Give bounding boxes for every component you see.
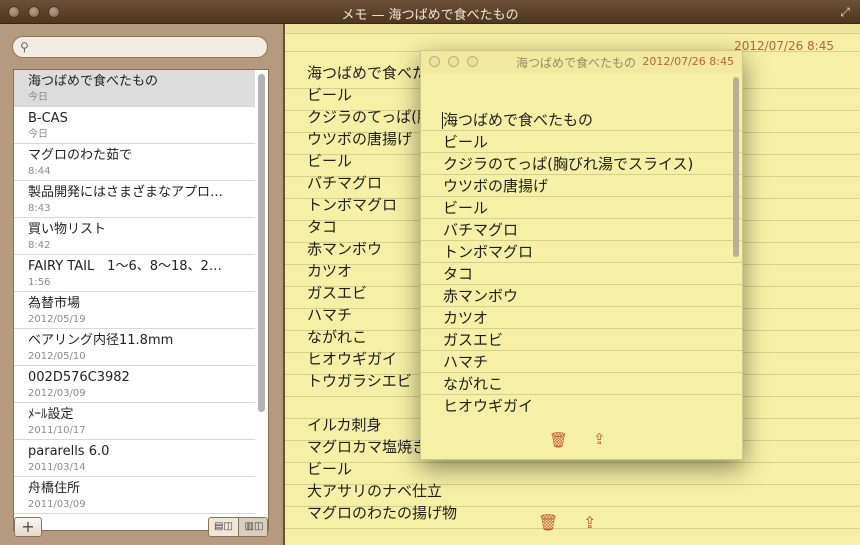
floating-note-line: ガスエビ — [443, 331, 504, 349]
floating-note-line: タコ — [443, 265, 474, 283]
list-item[interactable]: マグロのわた茹で 8:44 — [14, 144, 255, 181]
floating-note-line: カツオ — [443, 309, 489, 327]
note-item-date: 1:56 — [28, 277, 51, 288]
note-item-date: 8:44 — [28, 166, 51, 177]
note-line: 大アサリのナベ仕立 — [307, 482, 443, 500]
note-item-title: FAIRY TAIL 1〜6、8〜18、2… — [28, 259, 222, 274]
floating-note-line: ビール — [443, 133, 489, 151]
note-list-scrollbar[interactable] — [258, 74, 265, 412]
floating-minimize-button[interactable] — [448, 56, 459, 67]
note-item-date: 8:43 — [28, 203, 51, 214]
note-item-title: 為替市場 — [28, 296, 81, 311]
paper-top-edge — [285, 24, 860, 34]
note-item-date: 8:42 — [28, 240, 51, 251]
list-item[interactable]: 002D576C3982 2012/03/09 — [14, 366, 255, 403]
list-item[interactable]: 海つばめで食べたもの今日 — [14, 70, 255, 107]
floating-note-line: トンボマグロ — [443, 243, 534, 261]
list-item[interactable]: pararells 6.0 2011/03/14 — [14, 440, 255, 477]
floating-note-title: 海つばめで食べたもの — [516, 56, 637, 70]
list-item[interactable]: 為替市場 2012/05/19 — [14, 292, 255, 329]
view-toggle: ▤◫ ▥◫ — [208, 517, 268, 537]
note-line: マグロのわたの揚げ物 — [307, 504, 458, 522]
note-item-date: 2012/03/09 — [28, 388, 86, 399]
add-note-button[interactable]: + — [14, 517, 42, 537]
list-item[interactable]: B-CAS 今日 — [14, 107, 255, 144]
note-item-title: pararells 6.0 — [28, 444, 110, 459]
search-icon: ⚲ — [20, 40, 29, 54]
floating-trash-icon[interactable]: 🗑 — [549, 431, 568, 449]
floating-note-line: ながれこ — [443, 375, 504, 393]
fullscreen-icon[interactable]: ⤢ — [838, 5, 852, 19]
note-item-title: ﾒｰﾙ設定 — [28, 407, 74, 422]
list-item[interactable]: 買い物リスト 8:42 — [14, 218, 255, 255]
share-icon[interactable]: ⇪ — [583, 513, 596, 532]
floating-note-titlebar[interactable]: 海つばめで食べたもの 2012/07/26 8:45 — [421, 51, 742, 73]
sidebar: ⚲ 海つばめで食べたもの今日 B-CAS 今日マグロのわた茹で 8:44 製品開発にはさ… — [0, 24, 283, 545]
note-item-title: 海つばめで食べたもの — [28, 74, 159, 89]
note-date: 2012/07/26 8:45 — [734, 39, 834, 53]
search-input[interactable] — [35, 39, 260, 55]
floating-note-scrollbar[interactable] — [733, 77, 739, 257]
floating-share-icon[interactable]: ⇪ — [593, 430, 606, 448]
note-item-title: マグロのわた茹で — [28, 148, 133, 163]
note-item-date: 今日 — [28, 129, 48, 140]
note-item-title: B-CAS — [28, 111, 68, 126]
list-item[interactable]: 製品開発にはさまざまなアプロ… 8:43 — [14, 181, 255, 218]
note-item-title: ベアリング内径11.8mm — [28, 333, 174, 348]
floating-note-line: ビール — [443, 199, 489, 217]
list-item[interactable]: FAIRY TAIL 1〜6、8〜18、2… 1:56 — [14, 255, 255, 292]
note-item-date: 2011/03/14 — [28, 462, 86, 473]
floating-note-window[interactable]: 海つばめで食べたもの 2012/07/26 8:45 海つばめで食べたもの ビール… — [420, 50, 743, 460]
floating-note-line: ヒオウギガイ — [443, 397, 534, 415]
floating-note-line: 赤マンボウ — [443, 287, 519, 305]
note-line: ビール — [307, 460, 353, 478]
search-field[interactable]: ⚲ — [12, 36, 268, 58]
note-item-date: 2012/05/19 — [28, 314, 86, 325]
list-item[interactable]: ベアリング内径11.8mm 2012/05/10 — [14, 329, 255, 366]
list-item[interactable]: 舟橋住所 2011/03/09 — [14, 477, 255, 514]
floating-note-text[interactable]: 海つばめで食べたもの ビール クジラのてっぱ(胸びれ湯でスライス) ウツボの唐揚げ ビー… — [443, 109, 733, 415]
note-list[interactable]: 海つばめで食べたもの今日 B-CAS 今日マグロのわた茹で 8:44 製品開発にはさまざ… — [13, 69, 269, 531]
floating-note-body[interactable]: 海つばめで食べたもの ビール クジラのてっぱ(胸びれ湯でスライス) ウツボの唐揚げ ビー… — [421, 109, 742, 415]
note-item-title: 舟橋住所 — [28, 481, 81, 496]
floating-note-line: 海つばめで食べたもの — [443, 111, 594, 129]
floating-close-button[interactable] — [429, 56, 440, 67]
note-item-date: 2012/05/10 — [28, 351, 86, 362]
trash-icon[interactable]: 🗑 — [538, 513, 558, 532]
list-view-icon[interactable]: ▤◫ — [209, 518, 239, 536]
note-item-title: 002D576C3982 — [28, 370, 130, 385]
note-item-title: 製品開発にはさまざまなアプロ… — [28, 185, 224, 200]
note-item-title: 買い物リスト — [28, 222, 107, 237]
floating-note-line: クジラのてっぱ(胸びれ湯でスライス) — [443, 155, 694, 173]
note-item-date: 2011/10/17 — [28, 425, 86, 436]
floating-note-line: バチマグロ — [443, 221, 519, 239]
title-bar: メモ — 海つばめで食べたもの ⤢ — [0, 0, 860, 24]
floating-zoom-button[interactable] — [467, 56, 478, 67]
floating-note-line: ハマチ — [443, 353, 489, 371]
floating-note-date: 2012/07/26 8:45 — [642, 55, 734, 68]
note-item-date: 今日 — [28, 92, 48, 103]
window-title: メモ — 海つばめで食べたもの — [341, 8, 519, 23]
list-item[interactable]: ﾒｰﾙ設定 2011/10/17 — [14, 403, 255, 440]
split-view-icon[interactable]: ▥◫ — [239, 518, 267, 536]
note-item-date: 2011/03/09 — [28, 499, 86, 510]
floating-note-line: ウツボの唐揚げ — [443, 177, 549, 195]
